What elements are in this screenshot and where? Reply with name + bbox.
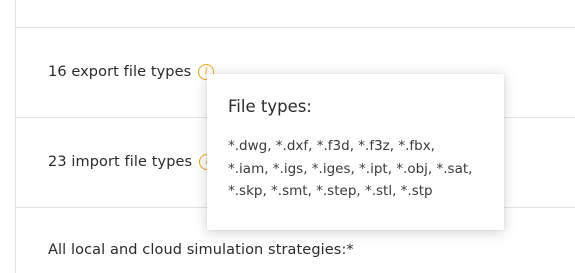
tooltip-title: File types: bbox=[228, 97, 312, 116]
tooltip-file-types-line: *.skp, *.smt, *.step, *.stl, *.stp bbox=[228, 183, 433, 199]
feature-row-import-content: 23 import file types i bbox=[48, 154, 216, 170]
file-types-tooltip: File types: *.dwg, *.dxf, *.f3d, *.f3z, … bbox=[207, 74, 504, 230]
feature-row-simulation-content: All local and cloud simulation strategie… bbox=[48, 242, 354, 258]
tooltip-file-types-line: *.dwg, *.dxf, *.f3d, *.f3z, *.fbx, bbox=[228, 138, 435, 154]
tooltip-file-types-line: *.iam, *.igs, *.iges, *.ipt, *.obj, *.sa… bbox=[228, 160, 473, 177]
export-file-types-label: 16 export file types bbox=[48, 64, 192, 80]
feature-row-export-content: 16 export file types i bbox=[48, 64, 215, 80]
simulation-strategies-label: All local and cloud simulation strategie… bbox=[48, 242, 354, 258]
import-file-types-label: 23 import file types bbox=[48, 154, 193, 170]
